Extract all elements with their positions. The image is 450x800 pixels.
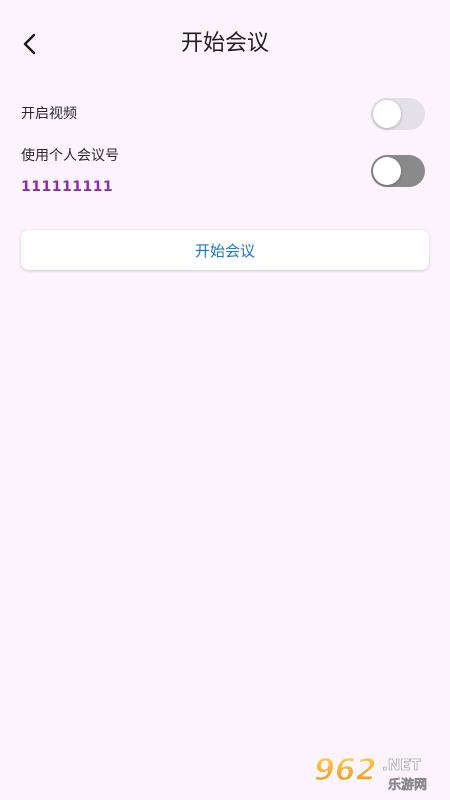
header-bar: 开始会议 (0, 0, 450, 88)
watermark-number: 962 (314, 753, 377, 788)
personal-id-toggle-knob (373, 157, 401, 185)
personal-meeting-id: 111111111 (21, 179, 114, 195)
watermark-logo: 962 .NET 乐游网 (313, 752, 427, 792)
watermark-subtitle: 乐游网 (388, 777, 427, 792)
video-toggle[interactable] (371, 98, 425, 130)
start-meeting-button[interactable]: 开始会议 (21, 230, 429, 270)
watermark-suffix: .NET (382, 756, 421, 774)
video-toggle-label: 开启视频 (21, 106, 77, 122)
page-title: 开始会议 (180, 31, 269, 56)
personal-id-toggle[interactable] (371, 155, 425, 187)
personal-id-toggle-label: 使用个人会议号 (21, 148, 119, 164)
video-toggle-knob (373, 100, 401, 128)
